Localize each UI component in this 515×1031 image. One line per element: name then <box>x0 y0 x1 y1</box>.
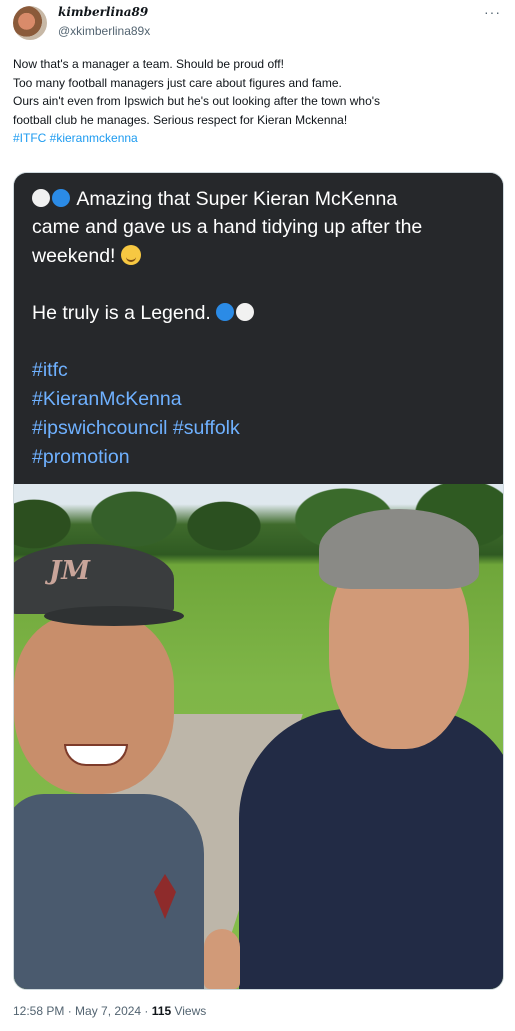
tweet-text: Now that's a manager a team. Should be p… <box>13 55 503 148</box>
display-name[interactable]: kimberlina89 <box>58 5 148 19</box>
tweet-footer: 12:58 PM · May 7, 2024 · 115 Views <box>13 1004 206 1018</box>
baseball-cap: JM <box>14 544 174 614</box>
caption-hashtag: #itfc <box>32 359 68 381</box>
winking-face-icon <box>120 245 141 265</box>
caption-hashtag: #KieranMcKenna <box>32 388 182 410</box>
tweet-line: Now that's a manager a team. Should be p… <box>13 57 284 71</box>
hoodie <box>239 709 503 989</box>
hair <box>319 509 479 589</box>
cap-logo: JM <box>49 556 91 586</box>
views-count: 115 <box>151 1004 172 1018</box>
caption-line-1: Amazing that Super Kieran McKenna <box>32 185 397 213</box>
views-label: Views <box>171 1004 207 1018</box>
cap-brim <box>44 606 184 626</box>
caption-text: Amazing that Super Kieran McKenna <box>76 188 398 210</box>
media-caption: Amazing that Super Kieran McKenna came a… <box>14 173 503 484</box>
tweet-line: Ours ain't even from Ipswich but he's ou… <box>13 94 381 108</box>
tweet-hashtags[interactable]: #ITFC #kieranmckenna <box>13 129 503 148</box>
separator: · <box>64 1004 76 1018</box>
separator: · <box>141 1004 152 1018</box>
caption-text: weekend! <box>32 245 116 267</box>
blue-circle-icon <box>52 189 70 207</box>
media-attachment[interactable]: Amazing that Super Kieran McKenna came a… <box>13 172 504 990</box>
blue-circle-icon <box>216 303 235 321</box>
man-in-hoodie <box>204 509 503 989</box>
tweet-date[interactable]: May 7, 2024 <box>75 1004 141 1018</box>
caption-text: He truly is a Legend. <box>32 302 211 324</box>
young-man: JM <box>14 544 204 989</box>
thumbs-up <box>204 929 240 989</box>
white-circle-icon <box>236 303 255 321</box>
tweet-time[interactable]: 12:58 PM <box>13 1004 64 1018</box>
caption-hashtag: #promotion <box>32 446 130 468</box>
tweet-line: football club he manages. Serious respec… <box>13 112 348 127</box>
caption-hashtag: #ipswichcouncil #suffolk <box>32 417 240 439</box>
caption-line-2: came and gave us a hand tidying up after… <box>32 216 423 238</box>
avatar[interactable] <box>13 6 47 40</box>
tweet-line: Too many football managers just care abo… <box>13 75 342 90</box>
more-dots-icon[interactable]: ··· <box>484 4 501 20</box>
selfie-photo: JM <box>14 484 503 989</box>
white-circle-icon <box>32 189 50 207</box>
face <box>14 614 174 794</box>
handle[interactable]: @xkimberlina89x <box>58 24 150 38</box>
caption-line-4: He truly is a Legend. <box>32 299 256 327</box>
caption-line-3: weekend! <box>32 242 141 270</box>
